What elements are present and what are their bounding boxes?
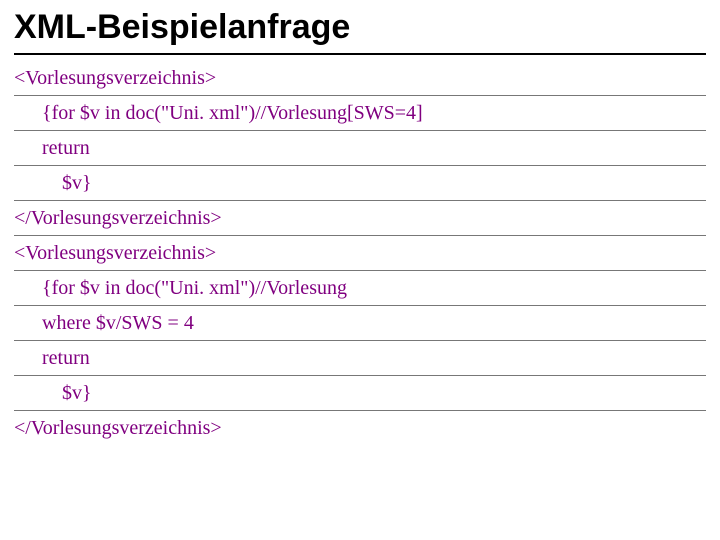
code-line: where $v/SWS = 4 (14, 306, 706, 341)
code-line: {for $v in doc("Uni. xml")//Vorlesung[SW… (14, 96, 706, 131)
code-line: </Vorlesungsverzeichnis> (14, 201, 706, 236)
code-line: $v} (14, 166, 706, 201)
code-line: $v} (14, 376, 706, 411)
code-line: <Vorlesungsverzeichnis> (14, 61, 706, 96)
slide-container: XML-Beispielanfrage <Vorlesungsverzeichn… (0, 0, 720, 459)
page-title: XML-Beispielanfrage (14, 8, 706, 47)
code-line: <Vorlesungsverzeichnis> (14, 236, 706, 271)
code-line: return (14, 341, 706, 376)
code-line: {for $v in doc("Uni. xml")//Vorlesung (14, 271, 706, 306)
code-line: return (14, 131, 706, 166)
code-line: </Vorlesungsverzeichnis> (14, 411, 706, 445)
title-divider (14, 53, 706, 55)
